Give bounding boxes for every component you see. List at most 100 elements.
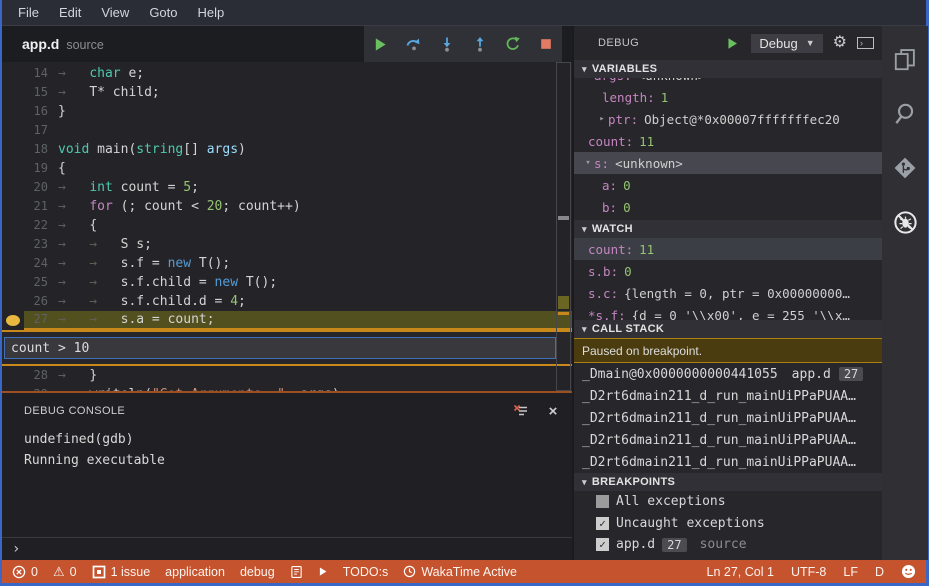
code-line-14[interactable]: 14 → char e; <box>2 64 572 83</box>
close-icon[interactable]: × <box>544 402 562 420</box>
status-lf[interactable]: LF <box>843 565 858 579</box>
stop-icon[interactable] <box>536 34 556 54</box>
code-line-21[interactable]: 21 → for (; count < 20; count++) <box>2 197 572 216</box>
checked-checkbox[interactable]: ✓ <box>596 516 609 530</box>
debug-console-input[interactable]: › <box>2 537 572 560</box>
code-line-23[interactable]: 23 → → S s; <box>2 235 572 254</box>
gutter[interactable] <box>2 254 24 273</box>
stack-frame[interactable]: _D2rt6dmain211_d_run_mainUiPPaPUAA… <box>574 429 882 451</box>
code-line-24[interactable]: 24 → → s.f = new T(); <box>2 254 572 273</box>
gutter[interactable] <box>2 64 24 83</box>
section-header-variables[interactable]: ▾ VARIABLES <box>574 60 882 78</box>
checked-checkbox[interactable]: ✓ <box>596 538 609 552</box>
issues-icon[interactable]: 1 issue <box>92 565 150 579</box>
section-header-watch[interactable]: ▾ WATCH <box>574 220 882 238</box>
debug-icon[interactable] <box>891 208 919 236</box>
step-out-icon[interactable] <box>470 34 490 54</box>
step-over-icon[interactable] <box>404 34 424 54</box>
breakpoint-gutter[interactable] <box>2 311 24 330</box>
gutter[interactable] <box>2 385 24 391</box>
debug-console-output[interactable]: undefined(gdb) Running executable <box>2 425 572 537</box>
journal-icon[interactable] <box>290 565 303 579</box>
stack-frame[interactable]: _D2rt6dmain211_d_run_mainUiPPaPUAA… <box>574 407 882 429</box>
settings-gear-icon[interactable]: ⚙ <box>833 35 847 51</box>
status-d[interactable]: D <box>875 565 884 579</box>
expanded-arrow-icon[interactable]: ▾ <box>582 78 594 80</box>
variable-row[interactable]: s.c: {length = 0, ptr = 0x00000000… <box>574 282 882 304</box>
code-line-20[interactable]: 20 → int count = 5; <box>2 178 572 197</box>
variable-row[interactable]: s.b: 0 <box>574 260 882 282</box>
code-line-22[interactable]: 22 → { <box>2 216 572 235</box>
code-line-18[interactable]: 18 void main(string[] args) <box>2 140 572 159</box>
start-debug-icon[interactable] <box>723 34 741 52</box>
status-debug[interactable]: debug <box>240 565 275 579</box>
error-icon[interactable]: 0 <box>12 565 38 579</box>
gutter[interactable] <box>2 197 24 216</box>
status-application[interactable]: application <box>165 565 225 579</box>
code-editor[interactable]: 14 → char e; 15 → T* child; 16} 17 18 void main… <box>2 62 572 391</box>
menu-file[interactable]: File <box>8 5 49 20</box>
status-ln-27-col-1[interactable]: Ln 27, Col 1 <box>707 565 774 579</box>
code-line-17[interactable]: 17 <box>2 121 572 140</box>
gutter[interactable] <box>2 140 24 159</box>
variable-row[interactable]: count: 11 <box>574 130 882 152</box>
variable-row[interactable]: b: 0 <box>574 196 882 218</box>
debug-console-icon[interactable]: › <box>857 37 874 49</box>
unchecked-checkbox[interactable] <box>596 495 609 509</box>
gutter[interactable] <box>2 235 24 254</box>
collapsed-arrow-icon[interactable]: ▸ <box>596 114 608 124</box>
warning-icon[interactable]: ⚠ 0 <box>53 565 77 579</box>
variable-row[interactable]: ▸ ptr: Object@*0x00007fffffffec20 <box>574 108 882 130</box>
source-control-icon[interactable] <box>891 154 919 182</box>
clock-icon[interactable]: WakaTime Active <box>403 565 517 579</box>
variable-row[interactable]: *s.f: {d = 0 '\\x00', e = 255 '\\x… <box>574 304 882 321</box>
scrollbar-thumb[interactable] <box>558 216 569 220</box>
breakpoint-item[interactable]: All exceptions <box>574 491 882 513</box>
code-line-15[interactable]: 15 → T* child; <box>2 83 572 102</box>
gutter[interactable] <box>2 178 24 197</box>
code-line-26[interactable]: 26 → → s.f.child.d = 4; <box>2 292 572 311</box>
expanded-arrow-icon[interactable]: ▾ <box>582 158 594 168</box>
section-header-callstack[interactable]: ▾ CALL STACK <box>574 320 882 338</box>
stack-frame[interactable]: _D2rt6dmain211_d_run_mainUiPPaPUAA… <box>574 385 882 407</box>
variable-row[interactable]: ▾args: <unknown> <box>574 78 882 86</box>
debug-profile-dropdown[interactable]: Debug ▼ <box>751 33 823 53</box>
feedback-smiley-icon[interactable] <box>901 564 916 579</box>
stack-frame[interactable]: _Dmain@0x0000000000441055 app.d 27 <box>574 363 882 385</box>
code-line-27[interactable]: 27 → → s.a = count; <box>2 311 572 330</box>
breakpoint-item[interactable]: ✓ Uncaught exceptions <box>574 513 882 535</box>
menu-goto[interactable]: Goto <box>139 5 187 20</box>
status-utf-8[interactable]: UTF-8 <box>791 565 826 579</box>
continue-icon[interactable] <box>371 34 391 54</box>
gutter[interactable] <box>2 121 24 140</box>
menu-view[interactable]: View <box>91 5 139 20</box>
gutter[interactable] <box>2 292 24 311</box>
menu-edit[interactable]: Edit <box>49 5 91 20</box>
step-into-icon[interactable] <box>437 34 457 54</box>
condition-input[interactable]: count > 10 <box>4 337 556 359</box>
code-line-28[interactable]: 28 → } <box>2 366 572 385</box>
menu-help[interactable]: Help <box>188 5 235 20</box>
gutter[interactable] <box>2 273 24 292</box>
breakpoint-dot-icon[interactable] <box>6 315 20 326</box>
code-line-29[interactable]: 29→ writeln("Got Arguments: ", args); <box>2 385 572 391</box>
variable-row[interactable]: count: 11 <box>574 238 882 260</box>
gutter[interactable] <box>2 366 24 385</box>
code-line-25[interactable]: 25 → → s.f.child = new T(); <box>2 273 572 292</box>
clear-console-icon[interactable] <box>512 402 530 420</box>
gutter[interactable] <box>2 102 24 121</box>
code-line-16[interactable]: 16} <box>2 102 572 121</box>
variable-row[interactable]: ▾ s: <unknown> <box>574 152 882 174</box>
search-icon[interactable] <box>891 100 919 128</box>
section-header-breakpoints[interactable]: ▾ BREAKPOINTS <box>574 473 882 491</box>
restart-icon[interactable] <box>503 34 523 54</box>
gutter[interactable] <box>2 216 24 235</box>
explorer-icon[interactable] <box>891 46 919 74</box>
run-icon[interactable] <box>318 566 328 577</box>
breakpoint-item[interactable]: ✓ app.d 27 source <box>574 534 882 556</box>
gutter[interactable] <box>2 159 24 178</box>
code-line-19[interactable]: 19 { <box>2 159 572 178</box>
stack-frame[interactable]: _D2rt6dmain211_d_run_mainUiPPaPUAA… <box>574 451 882 473</box>
editor-scrollbar[interactable] <box>556 62 571 391</box>
status-todo-s[interactable]: TODO:s <box>343 565 389 579</box>
